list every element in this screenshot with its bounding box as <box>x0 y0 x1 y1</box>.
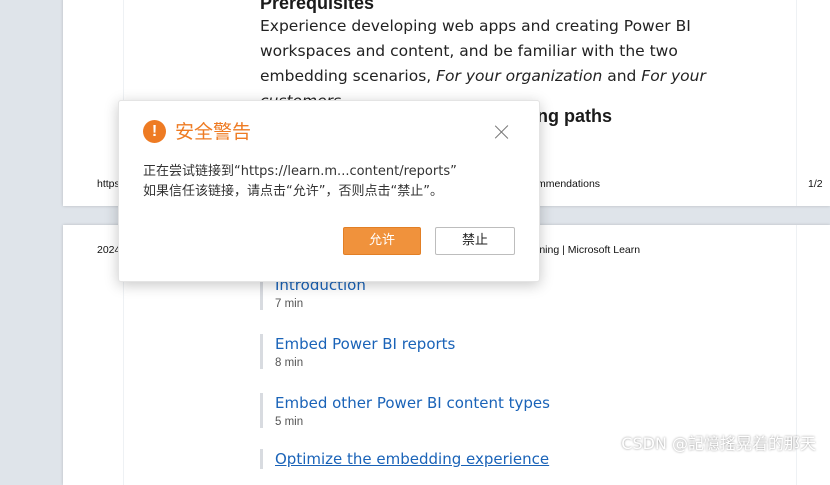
page-footer-url: https <box>97 178 120 190</box>
dialog-message: 正在尝试链接到“https://learn.m...content/report… <box>143 162 523 202</box>
page-margin-line <box>796 0 797 206</box>
module-item: Embed Power BI reports 8 min <box>260 334 455 369</box>
watermark: CSDN @記憶搖晃着的那天 <box>621 434 816 453</box>
learning-paths-heading: ing paths <box>532 106 612 126</box>
dialog-title: 安全警告 <box>175 121 252 143</box>
module-duration: 5 min <box>275 416 304 428</box>
dialog-message-line: 如果信任该链接，请点击“允许”，否则点击“禁止”。 <box>143 184 443 199</box>
deny-button[interactable]: 禁止 <box>435 227 515 255</box>
prerequisites-paragraph: Experience developing web apps and creat… <box>260 17 706 110</box>
allow-button[interactable]: 允许 <box>343 227 421 255</box>
module-link[interactable]: Optimize the embedding experience <box>275 449 549 469</box>
page-number: 1/2 <box>808 178 823 190</box>
close-icon[interactable] <box>491 121 513 143</box>
page-footer-title: mmendations <box>537 178 601 190</box>
prerequisites-heading: Prerequisites <box>260 0 375 13</box>
module-duration: 8 min <box>275 357 304 369</box>
module-link[interactable]: Embed other Power BI content types <box>275 393 550 413</box>
module-link[interactable]: Embed Power BI reports <box>275 334 455 354</box>
security-warning-dialog: ! 安全警告 正在尝试链接到“https://learn.m...content… <box>118 100 540 282</box>
page-header-title: ining | Microsoft Learn <box>537 244 641 256</box>
module-item: Embed other Power BI content types 5 min <box>260 393 550 428</box>
dialog-message-line: 正在尝试链接到“https://learn.m...content/report… <box>143 164 457 179</box>
module-duration: 7 min <box>275 298 304 310</box>
module-item: Optimize the embedding experience <box>260 449 549 469</box>
page-header-date: 2024 <box>97 244 121 256</box>
warning-icon: ! <box>143 120 166 143</box>
